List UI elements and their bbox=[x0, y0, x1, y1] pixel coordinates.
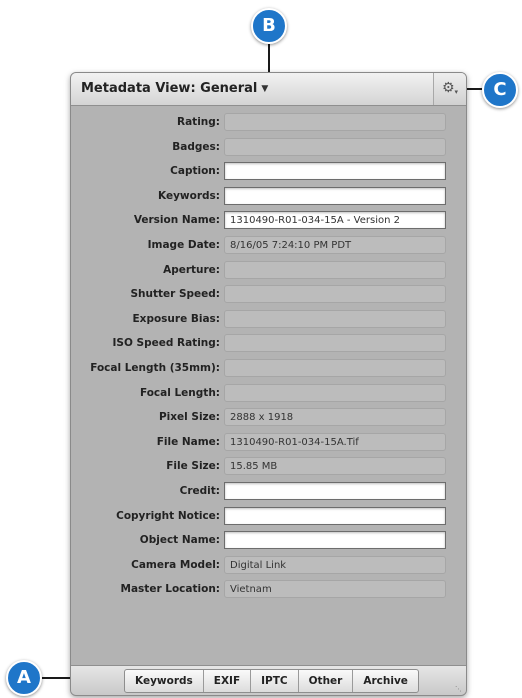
field-value bbox=[224, 383, 446, 402]
metadata-row: Exposure Bias: bbox=[71, 308, 466, 333]
metadata-row: Badges: bbox=[71, 136, 466, 161]
metadata-row: Pixel Size: 2888 x 1918 bbox=[71, 406, 466, 431]
field-label: Keywords: bbox=[158, 189, 220, 202]
field-input[interactable] bbox=[224, 186, 446, 205]
metadata-row: Object Name: bbox=[71, 529, 466, 554]
tab-keywords[interactable]: Keywords bbox=[125, 670, 204, 692]
field-label: File Name: bbox=[156, 435, 220, 448]
resize-grip-icon[interactable]: ⋱ bbox=[455, 685, 463, 693]
field-label: Object Name: bbox=[139, 534, 220, 547]
field-value: 15.85 MB bbox=[224, 457, 446, 476]
field-value bbox=[224, 260, 446, 279]
callout-c: C bbox=[482, 72, 518, 108]
metadata-view-selector[interactable]: Metadata View: General ▼ bbox=[81, 81, 268, 96]
metadata-row: Keywords: bbox=[71, 185, 466, 210]
field-value: 2888 x 1918 bbox=[224, 408, 446, 427]
metadata-row: Aperture: bbox=[71, 259, 466, 284]
triangle-down-icon: ▼ bbox=[261, 84, 269, 94]
tab-iptc[interactable]: IPTC bbox=[251, 670, 299, 692]
metadata-fields: Rating: Badges: Caption: Keywords: Version N… bbox=[71, 111, 466, 603]
metadata-row: Version Name: 1310490-R01-034-15A - Versi… bbox=[71, 209, 466, 234]
metadata-row: File Name: 1310490-R01-034-15A.Tif bbox=[71, 431, 466, 456]
field-label: Exposure Bias: bbox=[132, 312, 221, 325]
field-label: Copyright Notice: bbox=[116, 509, 220, 522]
field-input[interactable] bbox=[224, 506, 446, 525]
gear-icon[interactable]: ⚙▾ bbox=[433, 73, 466, 105]
metadata-row: Shutter Speed: bbox=[71, 283, 466, 308]
field-value: 1310490-R01-034-15A.Tif bbox=[224, 432, 446, 451]
metadata-row: Caption: bbox=[71, 160, 466, 185]
field-label: Master Location: bbox=[120, 583, 220, 596]
field-label: Caption: bbox=[170, 165, 220, 178]
panel-header: Metadata View: General ▼ ⚙▾ bbox=[71, 73, 466, 106]
tab-other[interactable]: Other bbox=[299, 670, 354, 692]
field-label: Aperture: bbox=[163, 263, 220, 276]
field-value bbox=[224, 113, 446, 131]
field-value: Digital Link bbox=[224, 555, 446, 574]
metadata-row: Image Date: 8/16/05 7:24:10 PM PDT bbox=[71, 234, 466, 259]
metadata-row: ISO Speed Rating: bbox=[71, 332, 466, 357]
field-value: 8/16/05 7:24:10 PM PDT bbox=[224, 235, 446, 254]
field-input[interactable] bbox=[224, 481, 446, 500]
field-label: Pixel Size: bbox=[158, 411, 220, 424]
field-label: Badges: bbox=[172, 140, 220, 153]
field-label: Version Name: bbox=[133, 214, 220, 227]
field-label: File Size: bbox=[166, 460, 220, 473]
field-label: Focal Length (35mm): bbox=[90, 361, 220, 374]
field-input[interactable] bbox=[224, 531, 446, 550]
metadata-view-title: Metadata View: General bbox=[81, 81, 258, 96]
field-label: Image Date: bbox=[147, 238, 220, 251]
field-value bbox=[224, 285, 446, 304]
field-label: Shutter Speed: bbox=[130, 288, 220, 301]
metadata-row: Credit: bbox=[71, 480, 466, 505]
metadata-tab-bar: Keywords EXIF IPTC Other Archive ⋱ bbox=[71, 665, 466, 695]
field-value bbox=[224, 137, 446, 156]
metadata-row: Focal Length: bbox=[71, 382, 466, 407]
callout-a-line bbox=[40, 677, 72, 679]
field-label: Credit: bbox=[179, 484, 220, 497]
field-label: ISO Speed Rating: bbox=[112, 337, 220, 350]
metadata-row: Camera Model: Digital Link bbox=[71, 554, 466, 579]
metadata-row: Master Location: Vietnam bbox=[71, 578, 466, 603]
metadata-tabs: Keywords EXIF IPTC Other Archive bbox=[124, 669, 419, 693]
field-value: Vietnam bbox=[224, 580, 446, 599]
field-label: Rating: bbox=[177, 116, 220, 128]
callout-a: A bbox=[6, 660, 42, 696]
screenshot-stage: B C A Metadata View: General ▼ ⚙▾ Rating:… bbox=[0, 0, 522, 698]
metadata-panel: Metadata View: General ▼ ⚙▾ Rating: Badges… bbox=[70, 72, 467, 696]
metadata-row: File Size: 15.85 MB bbox=[71, 455, 466, 480]
field-input[interactable] bbox=[224, 162, 446, 181]
tab-archive[interactable]: Archive bbox=[353, 670, 418, 692]
field-value bbox=[224, 334, 446, 353]
metadata-row: Copyright Notice: bbox=[71, 505, 466, 530]
field-label: Camera Model: bbox=[131, 558, 220, 571]
field-label: Focal Length: bbox=[139, 386, 220, 399]
tab-exif[interactable]: EXIF bbox=[204, 670, 252, 692]
field-value bbox=[224, 358, 446, 377]
field-input[interactable]: 1310490-R01-034-15A - Version 2 bbox=[224, 211, 446, 230]
callout-b: B bbox=[251, 8, 287, 44]
metadata-row: Focal Length (35mm): bbox=[71, 357, 466, 382]
field-value bbox=[224, 309, 446, 328]
metadata-row: Rating: bbox=[71, 111, 466, 136]
